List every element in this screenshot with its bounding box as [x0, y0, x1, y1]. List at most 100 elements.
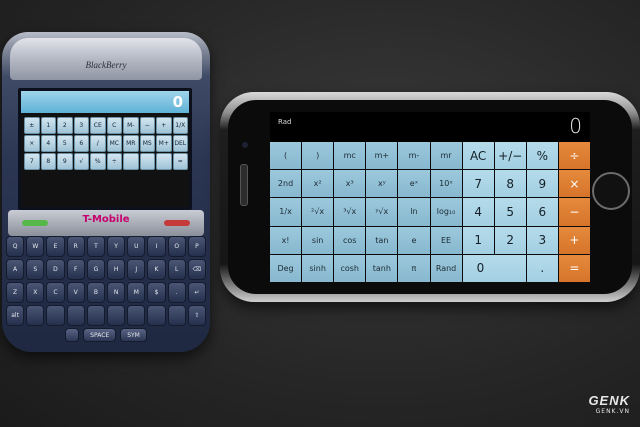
- blackberry-calc-key[interactable]: 6: [73, 135, 89, 152]
- keyboard-key[interactable]: [66, 305, 85, 326]
- blackberry-calc-key[interactable]: CE: [90, 117, 106, 134]
- blackberry-calc-key[interactable]: 8: [40, 153, 56, 170]
- keyboard-key[interactable]: Z: [6, 282, 25, 303]
- keyboard-key[interactable]: [147, 305, 166, 326]
- calc-key[interactable]: cosh: [334, 254, 366, 282]
- blackberry-calc-key[interactable]: M-: [123, 117, 139, 134]
- keyboard-key[interactable]: W: [26, 236, 45, 257]
- calc-key[interactable]: 10ˣ: [430, 170, 462, 198]
- keyboard-key[interactable]: A: [6, 259, 25, 280]
- keyboard-key[interactable]: ⇧: [187, 305, 206, 326]
- keyboard-key[interactable]: [167, 305, 186, 326]
- keyboard-key[interactable]: X: [26, 282, 45, 303]
- keyboard-key[interactable]: [86, 305, 105, 326]
- calc-key[interactable]: ²√x: [302, 198, 334, 226]
- keyboard-key[interactable]: B: [86, 282, 105, 303]
- calc-key[interactable]: x!: [270, 226, 302, 254]
- bottom-key[interactable]: SPACE: [83, 328, 117, 342]
- calc-key[interactable]: 0: [462, 254, 526, 282]
- home-button[interactable]: [592, 172, 630, 210]
- keyboard-key[interactable]: K: [147, 259, 166, 280]
- blackberry-calc-key[interactable]: 7: [24, 153, 40, 170]
- keyboard-key[interactable]: T: [86, 236, 105, 257]
- blackberry-calc-key[interactable]: 3: [73, 117, 89, 134]
- calc-key[interactable]: 9: [526, 170, 558, 198]
- calc-key[interactable]: Deg: [270, 254, 302, 282]
- keyboard-key[interactable]: M: [127, 282, 146, 303]
- blackberry-calc-key[interactable]: MS: [139, 135, 155, 152]
- keyboard-key[interactable]: U: [127, 236, 146, 257]
- calc-key[interactable]: x³: [334, 170, 366, 198]
- keyboard-key[interactable]: Q: [6, 236, 25, 257]
- calc-key[interactable]: log₁₀: [430, 198, 462, 226]
- calc-key[interactable]: %: [526, 142, 558, 170]
- keyboard-key[interactable]: [26, 305, 45, 326]
- calc-key[interactable]: mr: [430, 142, 462, 170]
- calc-key[interactable]: π: [398, 254, 430, 282]
- keyboard-key[interactable]: J: [127, 259, 146, 280]
- keyboard-key[interactable]: Y: [107, 236, 126, 257]
- blackberry-calc-key[interactable]: 9: [57, 153, 73, 170]
- calc-key[interactable]: ʸ√x: [366, 198, 398, 226]
- end-call-button[interactable]: [164, 220, 190, 226]
- calc-key[interactable]: ×: [558, 170, 590, 198]
- blackberry-calc-key[interactable]: −: [139, 117, 155, 134]
- blackberry-calc-key[interactable]: +: [156, 117, 172, 134]
- blackberry-calc-key[interactable]: [139, 153, 155, 170]
- keyboard-key[interactable]: H: [107, 259, 126, 280]
- calc-key[interactable]: cos: [334, 226, 366, 254]
- calc-key[interactable]: sin: [302, 226, 334, 254]
- keyboard-key[interactable]: F: [66, 259, 85, 280]
- keyboard-key[interactable]: ↵: [187, 282, 206, 303]
- blackberry-calc-key[interactable]: DEL: [172, 135, 188, 152]
- calc-key[interactable]: m-: [398, 142, 430, 170]
- keyboard-key[interactable]: ⌫: [187, 259, 206, 280]
- keyboard-key[interactable]: D: [46, 259, 65, 280]
- calc-key[interactable]: sinh: [302, 254, 334, 282]
- calc-key[interactable]: AC: [462, 142, 494, 170]
- blackberry-calc-key[interactable]: ±: [24, 117, 40, 134]
- calc-key[interactable]: 6: [526, 198, 558, 226]
- keyboard-key[interactable]: O: [167, 236, 186, 257]
- keyboard-key[interactable]: [46, 305, 65, 326]
- blackberry-calc-key[interactable]: ×: [24, 135, 40, 152]
- calc-key[interactable]: (: [270, 142, 302, 170]
- calc-key[interactable]: eˣ: [398, 170, 430, 198]
- calc-key[interactable]: 5: [494, 198, 526, 226]
- calc-key[interactable]: 2nd: [270, 170, 302, 198]
- calc-key[interactable]: 4: [462, 198, 494, 226]
- calc-key[interactable]: −: [558, 198, 590, 226]
- keyboard-key[interactable]: S: [26, 259, 45, 280]
- calc-key[interactable]: ³√x: [334, 198, 366, 226]
- calc-key[interactable]: x²: [302, 170, 334, 198]
- keyboard-key[interactable]: R: [66, 236, 85, 257]
- keyboard-key[interactable]: [107, 305, 126, 326]
- calc-key[interactable]: 7: [462, 170, 494, 198]
- keyboard-key[interactable]: alt: [6, 305, 25, 326]
- calc-key[interactable]: 1/x: [270, 198, 302, 226]
- calc-key[interactable]: ÷: [558, 142, 590, 170]
- calc-key[interactable]: +/−: [494, 142, 526, 170]
- blackberry-calc-key[interactable]: C: [106, 117, 122, 134]
- calc-key[interactable]: xʸ: [366, 170, 398, 198]
- bottom-key[interactable]: SYM: [120, 328, 147, 342]
- blackberry-calc-key[interactable]: MR: [123, 135, 139, 152]
- keyboard-key[interactable]: [127, 305, 146, 326]
- blackberry-calc-key[interactable]: 1: [40, 117, 56, 134]
- calc-key[interactable]: mc: [334, 142, 366, 170]
- keyboard-key[interactable]: N: [107, 282, 126, 303]
- calc-key[interactable]: 1: [462, 226, 494, 254]
- keyboard-key[interactable]: P: [187, 236, 206, 257]
- blackberry-calc-key[interactable]: 5: [57, 135, 73, 152]
- calc-key[interactable]: .: [526, 254, 558, 282]
- keyboard-key[interactable]: V: [66, 282, 85, 303]
- blackberry-calc-key[interactable]: M+: [156, 135, 172, 152]
- calc-key[interactable]: ln: [398, 198, 430, 226]
- calc-key[interactable]: Rand: [430, 254, 462, 282]
- blackberry-calc-key[interactable]: %: [90, 153, 106, 170]
- calc-key[interactable]: 3: [526, 226, 558, 254]
- calc-key[interactable]: EE: [430, 226, 462, 254]
- keyboard-key[interactable]: E: [46, 236, 65, 257]
- keyboard-key[interactable]: G: [86, 259, 105, 280]
- blackberry-calc-key[interactable]: √: [73, 153, 89, 170]
